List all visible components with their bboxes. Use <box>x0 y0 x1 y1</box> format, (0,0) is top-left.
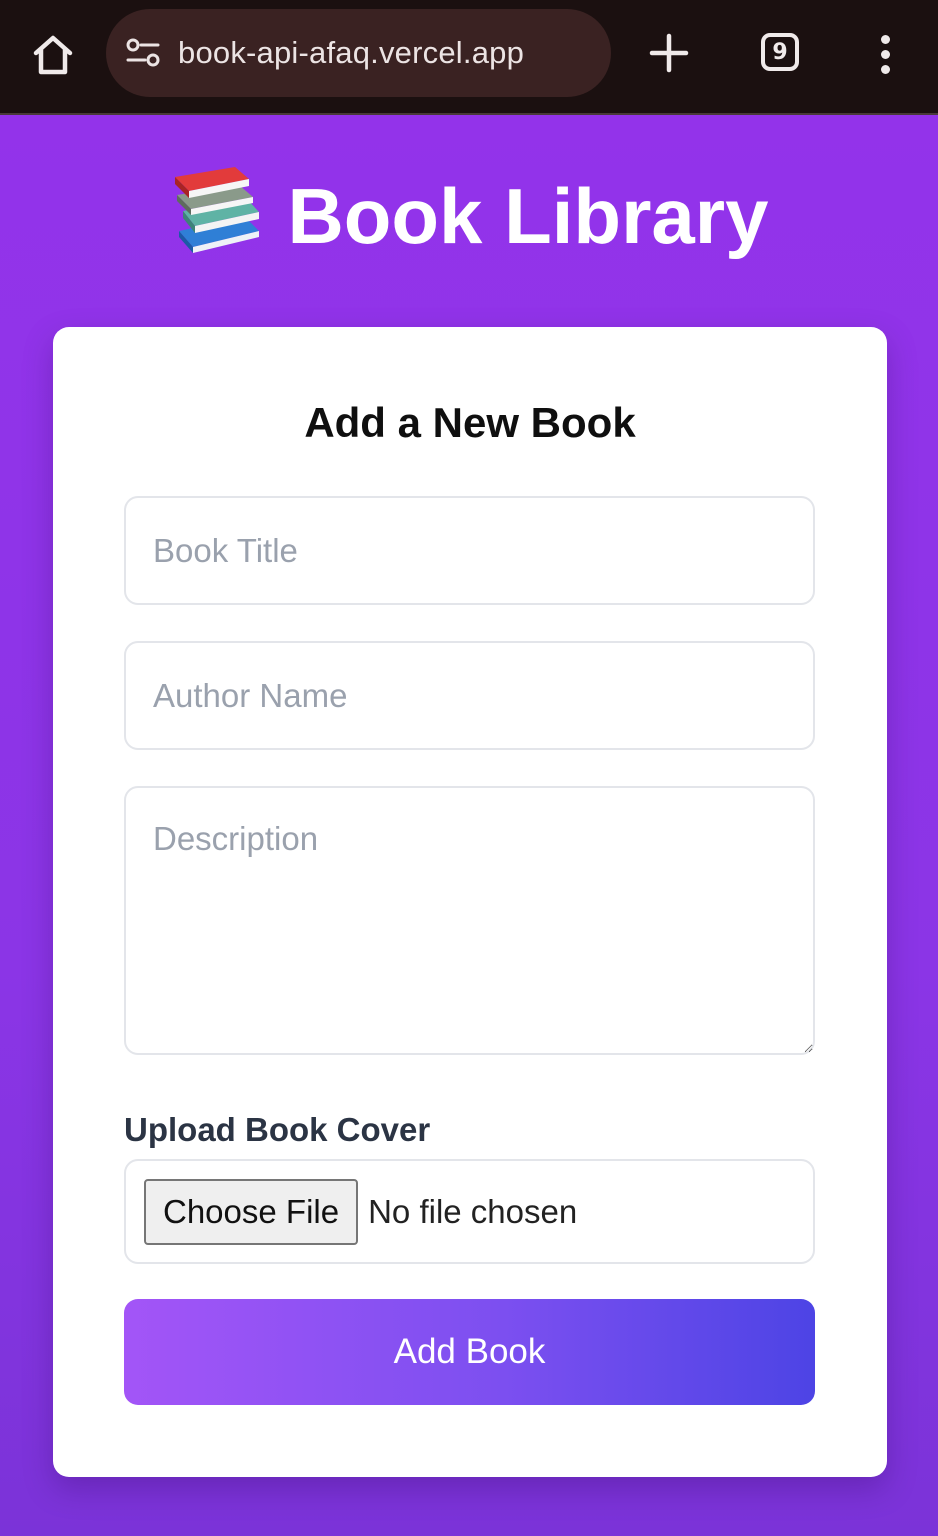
add-book-card: Add a New Book Upload Book Cover Choose … <box>53 327 887 1477</box>
browser-toolbar: book-api-afaq.vercel.app 9 <box>0 0 938 115</box>
books-icon <box>175 167 260 253</box>
description-textarea[interactable] <box>124 786 815 1055</box>
tab-count-badge: 9 <box>761 33 799 71</box>
upload-cover-label: Upload Book Cover <box>124 1111 431 1148</box>
tab-switcher-button[interactable]: 9 <box>756 28 804 76</box>
menu-dot <box>880 49 890 59</box>
address-bar[interactable]: book-api-afaq.vercel.app <box>106 9 611 97</box>
site-settings-icon[interactable] <box>124 34 162 72</box>
add-book-button[interactable]: Add Book <box>124 1299 815 1405</box>
home-icon <box>33 35 73 75</box>
file-input[interactable]: Choose File No file chosen <box>124 1159 815 1264</box>
choose-file-button[interactable]: Choose File <box>144 1178 359 1245</box>
url-text: book-api-afaq.vercel.app <box>178 35 525 70</box>
book-title-input[interactable] <box>124 496 815 605</box>
author-name-input[interactable] <box>124 641 815 750</box>
menu-dot <box>880 64 890 74</box>
menu-dot <box>880 34 890 44</box>
new-tab-button[interactable] <box>644 26 694 80</box>
home-button[interactable] <box>26 28 80 82</box>
file-status-text: No file chosen <box>368 1192 578 1230</box>
more-vert-icon[interactable] <box>862 28 908 80</box>
form-heading: Add a New Book <box>304 399 636 446</box>
page-title: Book Library <box>0 165 938 266</box>
page-title-text: Book Library <box>287 172 769 260</box>
page-body: Book Library Add a New Book Upload Book … <box>0 115 938 1536</box>
plus-icon <box>649 33 689 73</box>
